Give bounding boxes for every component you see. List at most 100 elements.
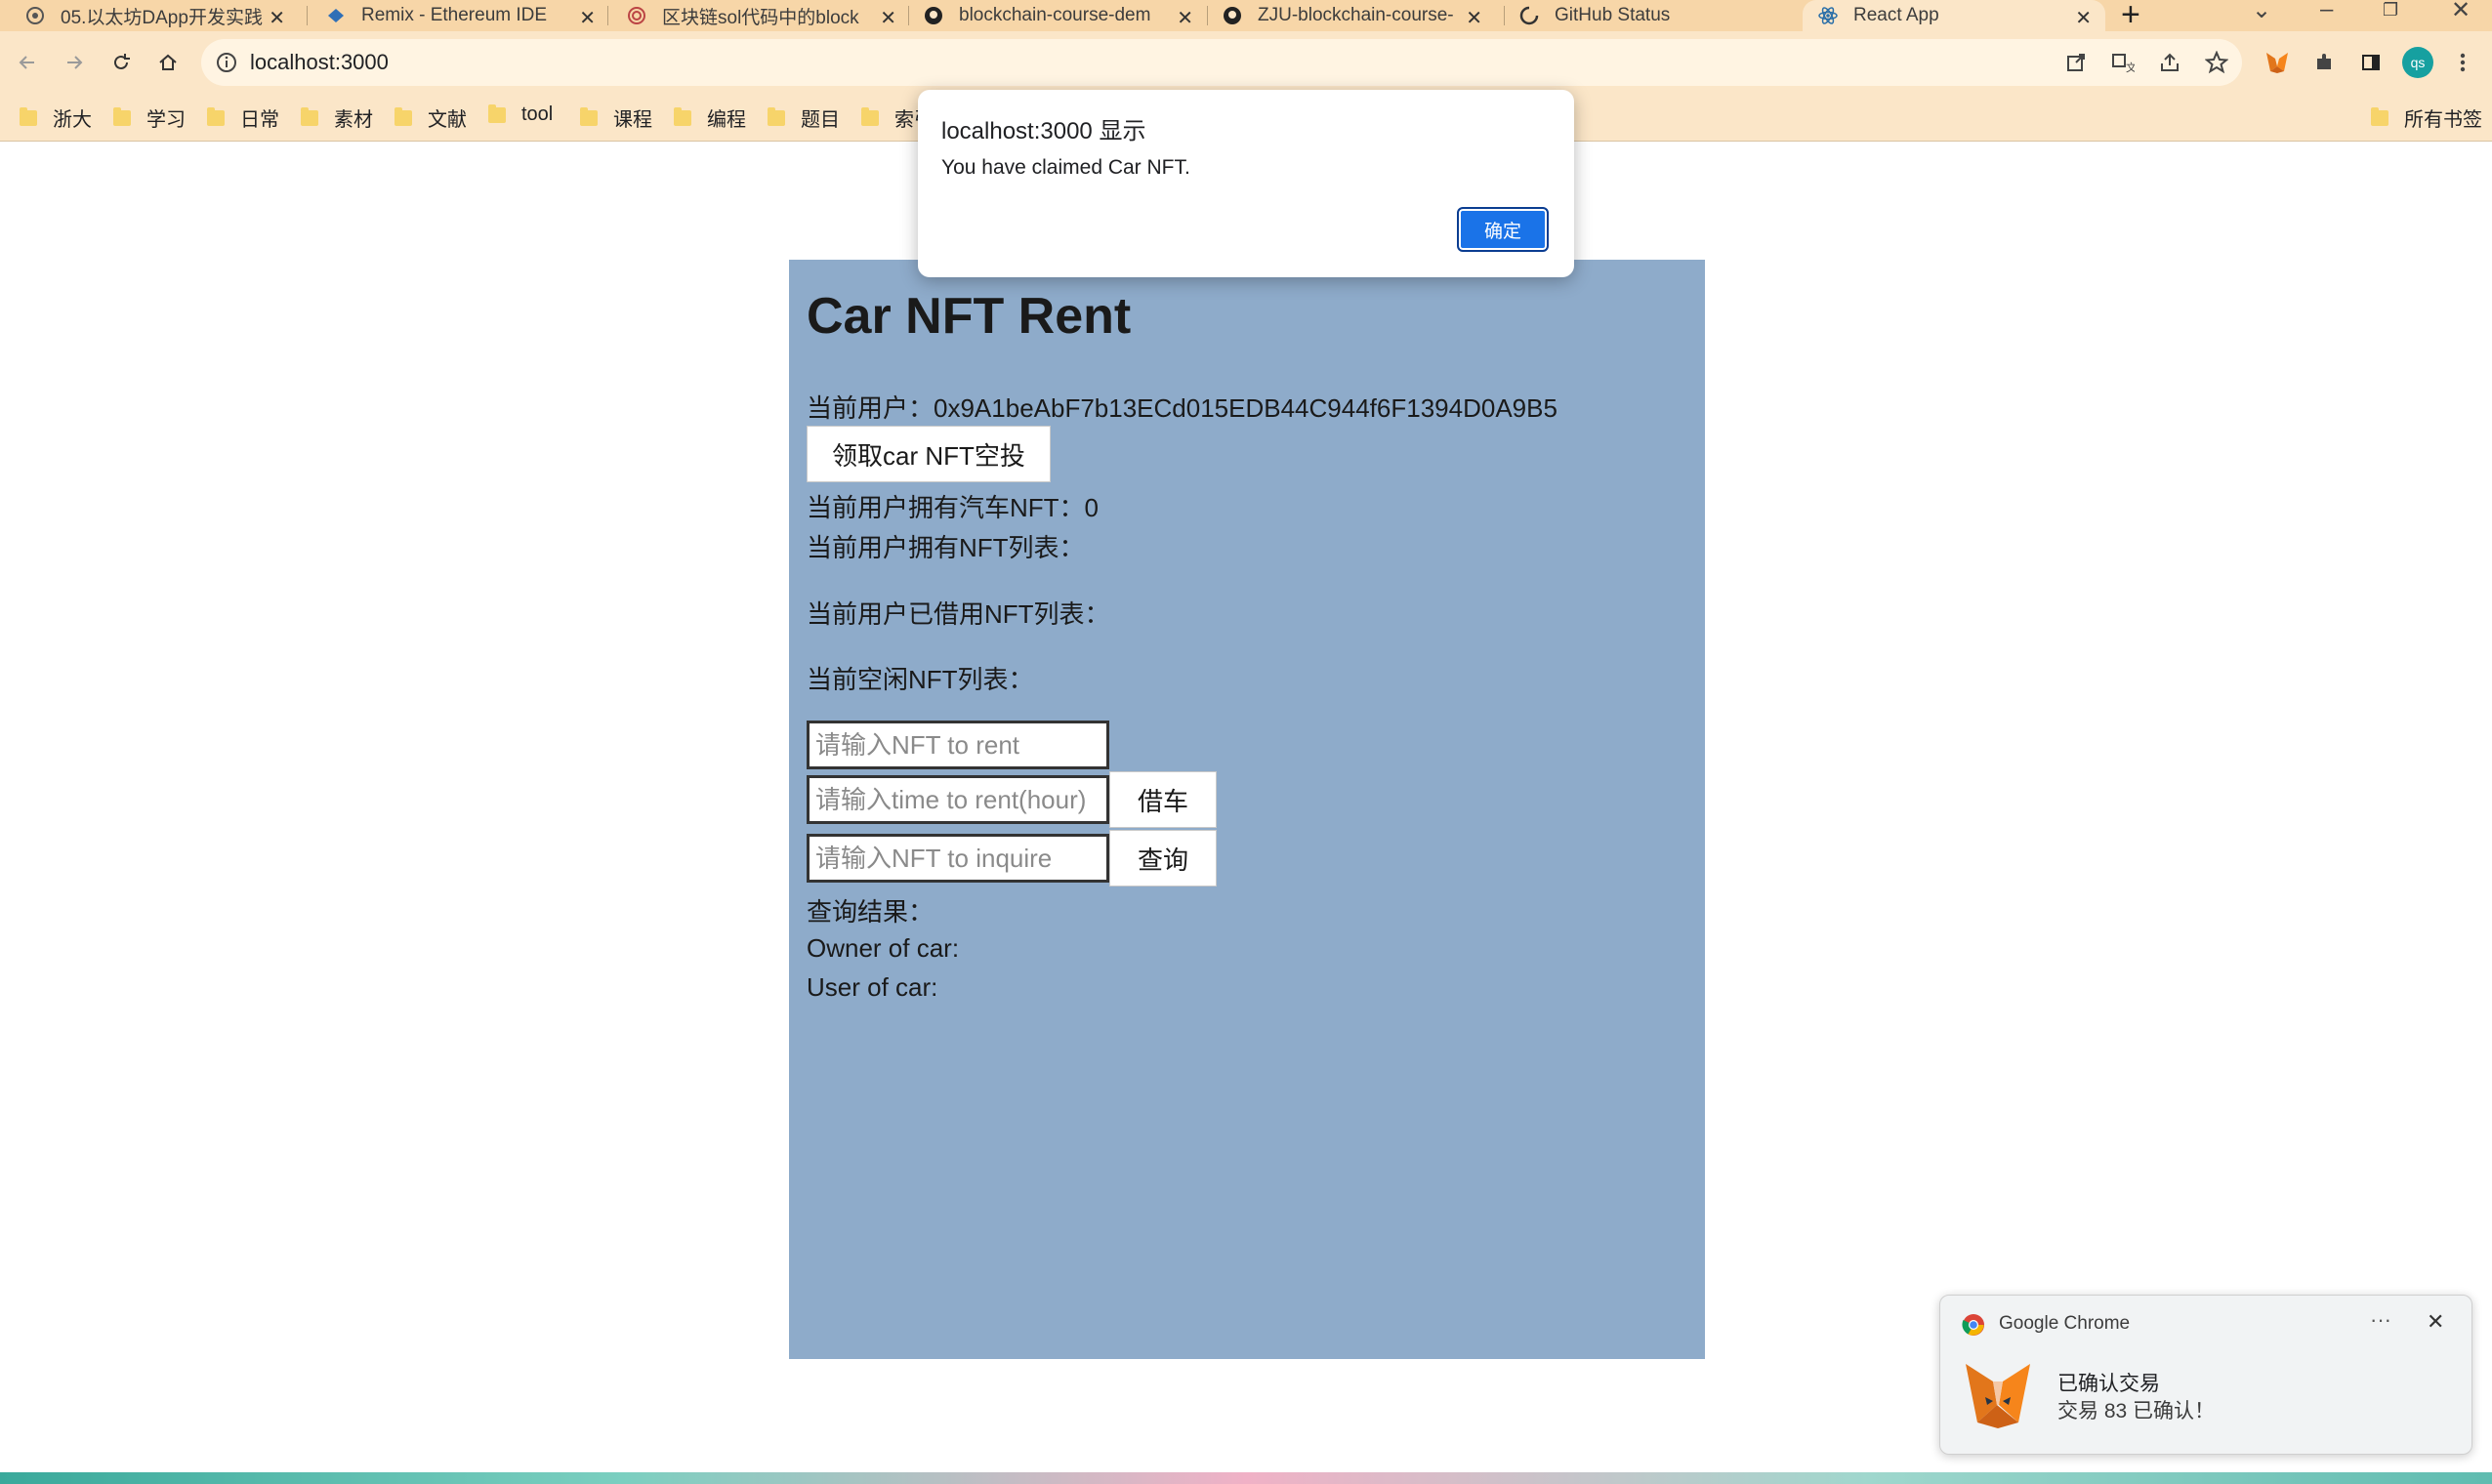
tab-github-status[interactable]: GitHub Status bbox=[1519, 0, 1803, 31]
tab-blockchain-sol[interactable]: 区块链sol代码中的block ✕ bbox=[627, 0, 910, 31]
close-tab-icon[interactable]: ✕ bbox=[269, 6, 285, 30]
close-tab-icon[interactable]: ✕ bbox=[579, 6, 596, 30]
bookmark-label: 浙大 bbox=[53, 109, 92, 131]
close-tab-icon[interactable]: ✕ bbox=[1177, 6, 1193, 30]
dialog-origin-title: localhost:3000 显示 bbox=[941, 118, 1146, 144]
bookmark-folder[interactable]: 题目 bbox=[768, 103, 840, 132]
maximize-icon[interactable]: ❐ bbox=[2383, 0, 2398, 21]
address-bar[interactable] bbox=[201, 39, 2242, 86]
tab-title: blockchain-course-dem bbox=[959, 5, 1151, 25]
folder-icon bbox=[580, 106, 598, 126]
new-tab-button[interactable]: + bbox=[2121, 0, 2140, 34]
notification-title: 已确认交易 bbox=[2057, 1373, 2160, 1395]
tab-title: ZJU-blockchain-course- bbox=[1258, 5, 1454, 25]
tab-react-app[interactable]: React App ✕ bbox=[1803, 0, 2105, 31]
forward-icon[interactable] bbox=[57, 45, 92, 80]
folder-icon bbox=[113, 106, 131, 126]
spiral-icon bbox=[627, 6, 646, 25]
tab-title: Remix - Ethereum IDE bbox=[361, 5, 548, 25]
tab-strip: 05.以太坊DApp开发实践 ✕ Remix - Ethereum IDE ✕ … bbox=[0, 0, 2492, 34]
current-user-address: 0x9A1beAbF7b13ECd015EDB44C944f6F1394D0A9… bbox=[934, 393, 1558, 423]
nft-to-rent-input[interactable] bbox=[807, 721, 1109, 769]
bookmark-label: 编程 bbox=[707, 109, 746, 131]
folder-icon bbox=[861, 106, 879, 126]
tab-remix[interactable]: Remix - Ethereum IDE ✕ bbox=[326, 0, 609, 31]
open-in-app-icon[interactable] bbox=[2062, 49, 2090, 76]
share-icon[interactable] bbox=[2156, 49, 2183, 76]
url-text[interactable]: localhost:3000 bbox=[250, 50, 389, 75]
bookmark-label: 所有书签 bbox=[2404, 109, 2482, 131]
all-bookmarks-folder[interactable]: 所有书签 bbox=[2371, 103, 2482, 132]
bookmark-folder[interactable]: 素材 bbox=[301, 103, 373, 132]
inquire-button[interactable]: 查询 bbox=[1109, 830, 1217, 886]
back-icon[interactable] bbox=[10, 45, 45, 80]
tab-title: 05.以太坊DApp开发实践 bbox=[61, 7, 263, 28]
chrome-menu-icon[interactable] bbox=[2449, 49, 2476, 76]
bookmark-folder[interactable]: 课程 bbox=[580, 103, 652, 132]
reload-icon[interactable] bbox=[104, 45, 139, 80]
idle-nft-list-label: 当前空闲NFT列表： bbox=[807, 665, 1034, 694]
folder-icon bbox=[301, 106, 318, 126]
close-tab-icon[interactable]: ✕ bbox=[880, 6, 896, 30]
browser-toolbar: localhost:3000 文 qs bbox=[0, 31, 2492, 94]
bookmark-label: 学习 bbox=[146, 109, 186, 131]
dialog-ok-button[interactable]: 确定 bbox=[1457, 207, 1549, 252]
current-user-label: 当前用户： bbox=[807, 393, 934, 423]
bookmark-label: 题目 bbox=[801, 109, 840, 131]
bookmark-folder[interactable]: 编程 bbox=[674, 103, 746, 132]
notification-body: 交易 83 已确认！ bbox=[2057, 1400, 2216, 1422]
rent-time-input[interactable] bbox=[807, 775, 1109, 824]
tab-dapp-tutorial[interactable]: 05.以太坊DApp开发实践 ✕ bbox=[25, 0, 299, 31]
tab-zju-blockchain-course[interactable]: ZJU-blockchain-course- ✕ bbox=[1223, 0, 1496, 31]
chrome-notification[interactable]: Google Chrome ··· ✕ 已确认交易 交易 83 已确认！ bbox=[1939, 1295, 2472, 1455]
metamask-extension-icon[interactable] bbox=[2264, 49, 2291, 76]
dialog-message: You have claimed Car NFT. bbox=[941, 156, 1190, 179]
minimize-icon[interactable]: – bbox=[2320, 0, 2333, 23]
bookmark-label: 素材 bbox=[334, 109, 373, 131]
car-nft-rent-app: Car NFT Rent 当前用户：0x9A1beAbF7b13ECd015ED… bbox=[789, 260, 1705, 1359]
bookmark-folder[interactable]: 文献 bbox=[395, 103, 467, 132]
borrowed-nft-list-label: 当前用户已借用NFT列表： bbox=[807, 599, 1110, 629]
owner-of-car-label: Owner of car: bbox=[807, 933, 960, 963]
folder-icon bbox=[674, 106, 691, 126]
claim-nft-airdrop-button[interactable]: 领取car NFT空投 bbox=[807, 426, 1051, 482]
bookmark-folder[interactable]: 浙大 bbox=[20, 103, 92, 132]
tab-separator bbox=[607, 6, 608, 25]
folder-icon bbox=[395, 106, 412, 126]
notification-more-icon[interactable]: ··· bbox=[2370, 1307, 2391, 1333]
close-tab-icon[interactable]: ✕ bbox=[1466, 6, 1482, 30]
bookmark-star-icon[interactable] bbox=[2203, 49, 2230, 76]
page-title: Car NFT Rent bbox=[807, 288, 1132, 345]
side-panel-icon[interactable] bbox=[2357, 49, 2385, 76]
rent-car-button[interactable]: 借车 bbox=[1109, 771, 1217, 828]
bookmark-folder[interactable]: tool bbox=[488, 103, 553, 126]
notification-app-name: Google Chrome bbox=[1999, 1313, 2131, 1334]
query-result-label: 查询结果： bbox=[807, 897, 934, 927]
bookmark-folder[interactable]: 学习 bbox=[113, 103, 186, 132]
close-tab-icon[interactable]: ✕ bbox=[2075, 6, 2092, 30]
tab-search-icon[interactable]: ⌄ bbox=[2252, 0, 2271, 24]
github-icon bbox=[924, 6, 943, 25]
bookmark-label: tool bbox=[521, 103, 554, 125]
nft-inquire-input[interactable] bbox=[807, 834, 1109, 883]
svg-text:文: 文 bbox=[2126, 61, 2135, 73]
user-of-car-label: User of car: bbox=[807, 972, 938, 1002]
folder-icon bbox=[488, 103, 506, 123]
tab-blockchain-course-demo[interactable]: blockchain-course-dem ✕ bbox=[924, 0, 1207, 31]
owned-count-value: 0 bbox=[1084, 493, 1100, 522]
translate-icon[interactable]: 文 bbox=[2109, 49, 2137, 76]
tab-title: GitHub Status bbox=[1555, 5, 1671, 25]
github-status-icon bbox=[1519, 6, 1539, 25]
home-icon[interactable] bbox=[150, 45, 186, 80]
tab-separator bbox=[1207, 6, 1208, 25]
extensions-puzzle-icon[interactable] bbox=[2310, 49, 2338, 76]
tab-title: React App bbox=[1853, 5, 1939, 25]
close-window-icon[interactable]: ✕ bbox=[2451, 0, 2471, 24]
notification-close-icon[interactable]: ✕ bbox=[2427, 1309, 2444, 1335]
site-info-icon[interactable] bbox=[215, 51, 238, 79]
bookmark-folder[interactable]: 日常 bbox=[207, 103, 279, 132]
react-icon bbox=[1818, 6, 1838, 25]
profile-avatar[interactable]: qs bbox=[2402, 47, 2433, 78]
folder-icon bbox=[20, 106, 37, 126]
bookmark-label: 日常 bbox=[240, 109, 279, 131]
